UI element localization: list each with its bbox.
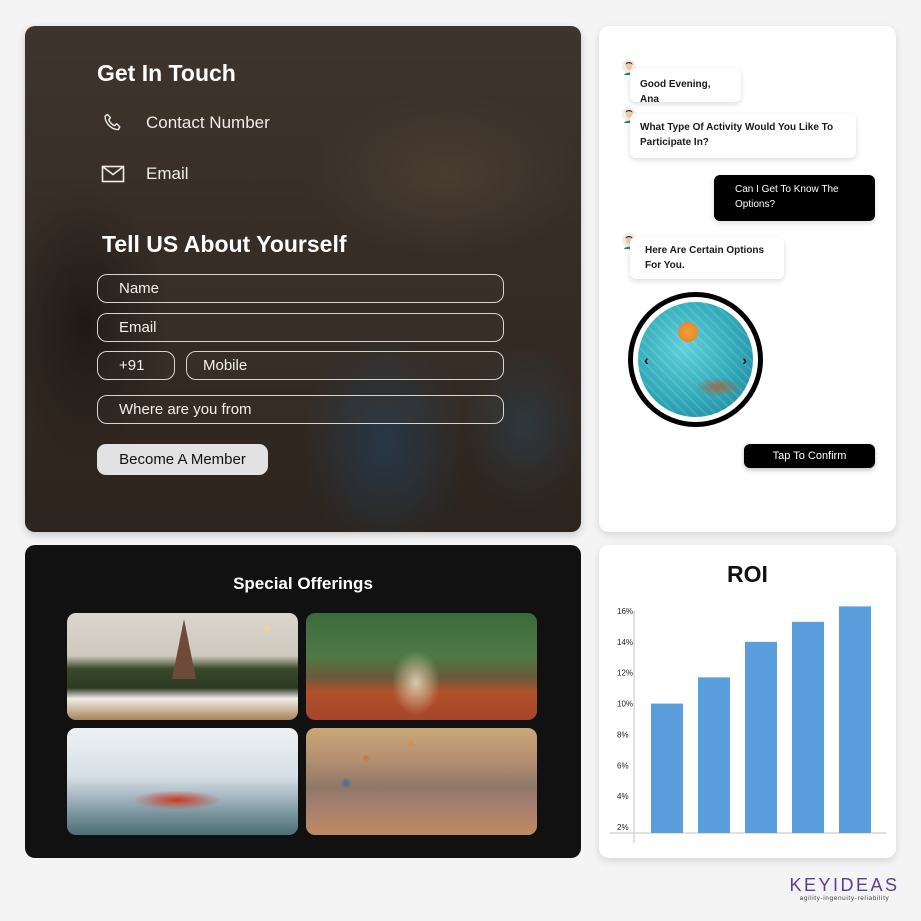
email-link[interactable]: Email [100,161,189,187]
eiffel-tower-shape [172,619,196,679]
name-input[interactable]: Name [97,274,504,303]
chat-panel: Good Evening, Ana What Type Of Activity … [599,26,896,532]
country-code-select[interactable]: +91 [97,351,175,380]
y-tick-label: 4% [617,792,629,801]
y-tick-label: 12% [617,669,633,678]
chevron-right-icon[interactable]: › [742,352,747,368]
brand-logo: KEYIDEAS agility-ingenuity-reliability [787,875,902,902]
chat-message-bot: Good Evening, Ana [630,68,741,105]
page: Get In Touch Contact Number Email Tell U… [0,0,921,921]
y-tick-label: 16% [617,607,633,616]
y-tick-label: 6% [617,761,629,770]
brand-name: KEYIDEAS [789,875,900,895]
roi-chart-panel: ROI 2% 4% 6% 8% 10% 12% 14% 16% [599,545,896,858]
pool-volleyball-photo: ‹ › [638,302,753,417]
brand-tagline: agility-ingenuity-reliability [799,895,890,902]
tap-to-confirm-button[interactable]: Tap To Confirm [744,444,875,468]
special-offerings-panel: Special Offerings [25,545,581,858]
mobile-input[interactable]: Mobile [186,351,504,380]
bar-1 [651,703,683,833]
become-member-button[interactable]: Become A Member [97,444,268,475]
phone-icon [100,110,126,136]
y-tick-label: 14% [617,638,633,647]
contact-number-label: Contact Number [146,113,270,132]
y-tick-label: 2% [617,823,629,832]
y-tick-label: 10% [617,700,633,709]
chat-message-bot: What Type Of Activity Would You Like To … [630,114,856,158]
bar-3 [745,641,777,833]
contact-number-link[interactable]: Contact Number [100,110,270,136]
tell-us-title: Tell US About Yourself [102,231,347,257]
email-input[interactable]: Email [97,313,504,342]
offer-tile-paris-dining[interactable] [67,613,298,720]
email-label: Email [146,164,189,183]
bar-4 [792,621,824,833]
chat-message-user: Can I Get To Know The Options? [714,175,875,221]
bar-5 [839,606,871,833]
contact-panel: Get In Touch Contact Number Email Tell U… [25,26,581,532]
get-in-touch-title: Get In Touch [97,60,236,86]
activity-carousel[interactable]: ‹ › [628,292,763,427]
roi-bar-chart: 2% 4% 6% 8% 10% 12% 14% 16% [610,606,886,843]
mail-icon [100,161,126,187]
location-input[interactable]: Where are you from [97,395,504,424]
chat-message-bot: Here Are Certain Options For You. [630,237,784,279]
bar-2 [698,677,730,833]
special-offerings-title: Special Offerings [233,574,373,593]
y-tick-label: 8% [617,730,629,739]
offer-tile-hot-air-balloons[interactable] [306,728,537,835]
offer-tile-sack-race[interactable] [306,613,537,720]
offer-tile-kayaking[interactable] [67,728,298,835]
chevron-left-icon[interactable]: ‹ [644,352,649,368]
